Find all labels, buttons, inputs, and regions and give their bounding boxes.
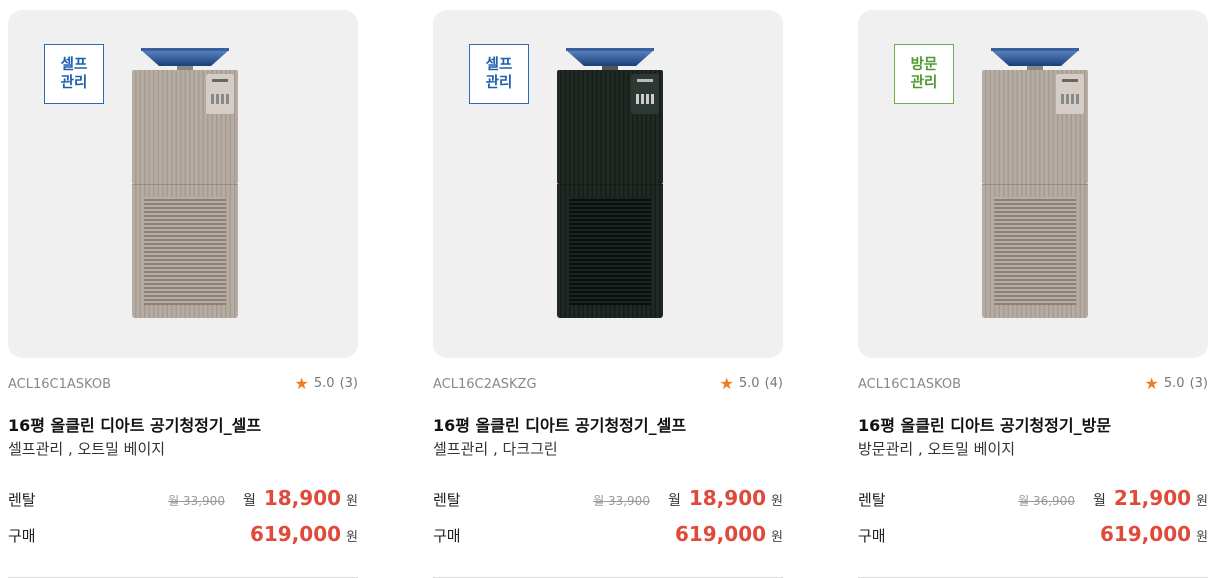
air-purifier-image (982, 46, 1088, 318)
rental-label: 렌탈 (433, 491, 461, 509)
original-rental-price: 월 36,900 (1018, 494, 1075, 508)
purchase-price: 619,000 (674, 522, 767, 546)
product-card[interactable]: 셀프 관리 (433, 10, 783, 578)
product-card[interactable]: 방문 관리 ACL16C1ASKOB ★ 5.0 (3) 16평 올클린 디아트… (858, 10, 1208, 578)
rating[interactable]: ★ 5.0 (4) (719, 373, 783, 393)
product-image-area[interactable]: 셀프 관리 (433, 10, 783, 358)
rental-price-row: 렌탈 월 33,900 월 18,900 원 (8, 486, 358, 510)
currency-unit: 원 (771, 530, 783, 545)
monthly-label: 월 (667, 493, 681, 509)
purifier-top-bowl (141, 48, 229, 70)
purchase-price-row: 구매 619,000 원 (433, 522, 783, 546)
air-intake-grille (569, 197, 651, 305)
product-grid: 셀프 관리 ACL16C1ASKOB ★ 5.0 (3) 16평 올클린 디아트… (8, 10, 1208, 578)
rental-price: 21,900 (1113, 486, 1192, 510)
purchase-label: 구매 (8, 527, 36, 545)
purchase-price: 619,000 (1099, 522, 1192, 546)
currency-unit: 원 (1196, 530, 1208, 545)
star-icon: ★ (719, 373, 734, 393)
purifier-upper-body (132, 70, 238, 184)
monthly-label: 월 (1092, 493, 1106, 509)
original-rental-price: 월 33,900 (593, 494, 650, 508)
purifier-top-bowl (991, 48, 1079, 70)
product-title[interactable]: 16평 올클린 디아트 공기청정기_방문 (858, 412, 1111, 436)
review-count: (3) (1189, 376, 1208, 391)
rating-score: 5.0 (313, 376, 335, 391)
currency-unit: 원 (346, 494, 358, 509)
model-code: ACL16C1ASKOB (8, 377, 111, 392)
control-panel (206, 74, 234, 114)
purchase-price-row: 구매 619,000 원 (858, 522, 1208, 546)
star-icon: ★ (1144, 373, 1159, 393)
star-icon: ★ (294, 373, 309, 393)
currency-unit: 원 (771, 494, 783, 509)
service-badge: 방문 관리 (894, 44, 954, 104)
air-intake-grille (994, 197, 1076, 305)
badge-line1: 방문 (910, 57, 938, 73)
model-code: ACL16C2ASKZG (433, 377, 537, 392)
model-code: ACL16C1ASKOB (858, 377, 961, 392)
product-image-area[interactable]: 방문 관리 (858, 10, 1208, 358)
rating-score: 5.0 (738, 376, 760, 391)
purifier-lower-body (557, 184, 663, 318)
product-card[interactable]: 셀프 관리 (8, 10, 358, 578)
air-purifier-image (557, 46, 663, 318)
purifier-lower-body (132, 184, 238, 318)
badge-line1: 셀프 (485, 57, 513, 73)
rental-price: 18,900 (688, 486, 767, 510)
air-purifier-image (132, 46, 238, 318)
product-option: 방문관리 , 오트밀 베이지 (858, 440, 1016, 458)
monthly-label: 월 (242, 493, 256, 509)
review-count: (3) (339, 376, 358, 391)
badge-line2: 관리 (910, 75, 938, 91)
rating-score: 5.0 (1163, 376, 1185, 391)
purifier-lower-body (982, 184, 1088, 318)
control-panel (631, 74, 659, 114)
purchase-label: 구매 (858, 527, 886, 545)
rental-label: 렌탈 (8, 491, 36, 509)
badge-line1: 셀프 (60, 57, 88, 73)
badge-line2: 관리 (485, 75, 513, 91)
original-rental-price: 월 33,900 (168, 494, 225, 508)
currency-unit: 원 (1196, 494, 1208, 509)
purchase-label: 구매 (433, 527, 461, 545)
air-intake-grille (144, 197, 226, 305)
product-image-area[interactable]: 셀프 관리 (8, 10, 358, 358)
purchase-price-row: 구매 619,000 원 (8, 522, 358, 546)
rental-price: 18,900 (263, 486, 342, 510)
product-title[interactable]: 16평 올클린 디아트 공기청정기_셀프 (433, 412, 686, 436)
product-option: 셀프관리 , 다크그린 (433, 440, 558, 458)
badge-line2: 관리 (60, 75, 88, 91)
rating[interactable]: ★ 5.0 (3) (294, 373, 358, 393)
purifier-upper-body (557, 70, 663, 184)
currency-unit: 원 (346, 530, 358, 545)
purifier-upper-body (982, 70, 1088, 184)
product-option: 셀프관리 , 오트밀 베이지 (8, 440, 166, 458)
purifier-top-bowl (566, 48, 654, 70)
service-badge: 셀프 관리 (469, 44, 529, 104)
service-badge: 셀프 관리 (44, 44, 104, 104)
control-panel (1056, 74, 1084, 114)
purchase-price: 619,000 (249, 522, 342, 546)
rental-label: 렌탈 (858, 491, 886, 509)
review-count: (4) (764, 376, 783, 391)
rental-price-row: 렌탈 월 36,900 월 21,900 원 (858, 486, 1208, 510)
rental-price-row: 렌탈 월 33,900 월 18,900 원 (433, 486, 783, 510)
rating[interactable]: ★ 5.0 (3) (1144, 373, 1208, 393)
product-title[interactable]: 16평 올클린 디아트 공기청정기_셀프 (8, 412, 261, 436)
